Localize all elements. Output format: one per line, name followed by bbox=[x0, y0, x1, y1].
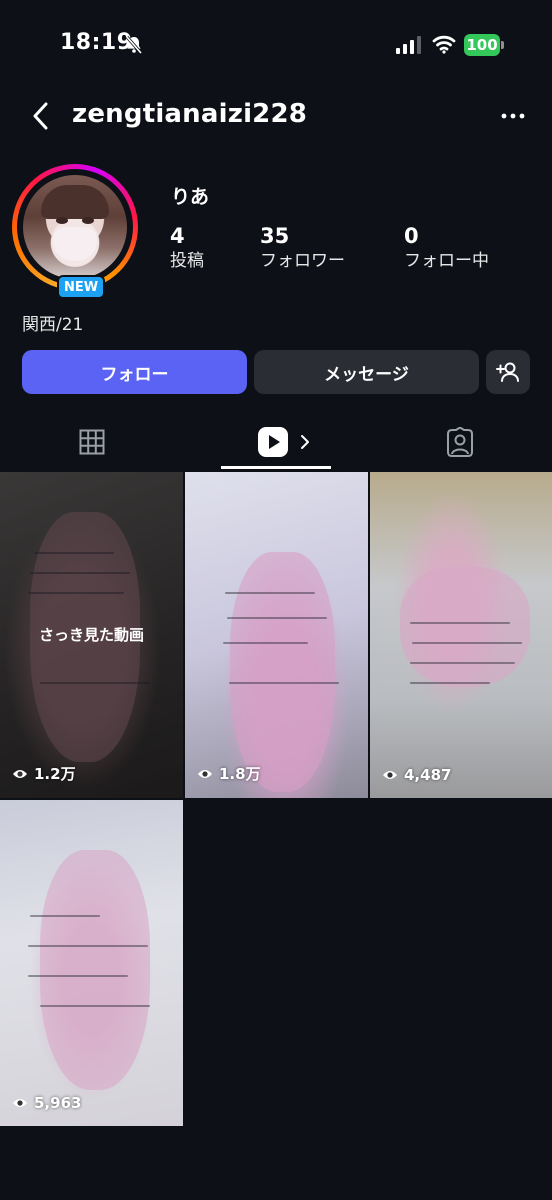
profile-bio: 関西/21 bbox=[22, 315, 84, 335]
stat-following[interactable]: 0 フォロー中 bbox=[404, 224, 489, 274]
profile-username: zengtianaizi228 bbox=[72, 99, 308, 129]
stat-followers[interactable]: 35 フォロワー bbox=[260, 224, 345, 274]
avatar-eye-right bbox=[82, 217, 94, 224]
wifi-icon bbox=[432, 35, 456, 54]
stat-posts: 4 投稿 bbox=[170, 224, 204, 274]
video-tile-3[interactable]: 4,487 bbox=[370, 472, 552, 798]
eye-icon bbox=[13, 1099, 27, 1107]
view-count-value: 5,963 bbox=[34, 1094, 82, 1112]
view-count: 4,487 bbox=[382, 766, 451, 784]
stat-followers-label: フォロワー bbox=[260, 251, 345, 271]
tile-3-text-line bbox=[410, 622, 510, 624]
display-name: りあ bbox=[171, 186, 210, 208]
view-count: 1.8万 bbox=[197, 763, 261, 784]
tile-3-text-line bbox=[412, 642, 522, 644]
bell-off-icon bbox=[125, 35, 143, 55]
recently-viewed-label: さっき見た動画 bbox=[38, 626, 144, 644]
tile-4-text-line bbox=[40, 1005, 150, 1007]
view-count-value: 1.2万 bbox=[34, 765, 76, 783]
eye-icon bbox=[198, 769, 212, 778]
view-count: 1.2万 bbox=[12, 763, 76, 784]
tile-3-artwork bbox=[400, 567, 530, 687]
stat-following-label: フォロー中 bbox=[404, 251, 489, 271]
tile-4-artwork bbox=[40, 850, 150, 1090]
tab-tagged[interactable] bbox=[428, 418, 492, 466]
cellular-signal-icon bbox=[396, 36, 421, 54]
battery-indicator: 100 bbox=[464, 34, 504, 56]
tile-2-artwork bbox=[230, 552, 335, 792]
avatar-eye-left bbox=[56, 217, 68, 224]
stat-followers-count: 35 bbox=[260, 224, 290, 248]
tile-2-text-line bbox=[225, 592, 315, 594]
tile-4-text-line bbox=[28, 945, 148, 947]
eye-icon bbox=[383, 771, 397, 779]
avatar-mask bbox=[53, 227, 97, 261]
chevron-right-icon bbox=[301, 435, 309, 449]
avatar-hair bbox=[41, 185, 109, 219]
tagged-person-icon bbox=[447, 427, 473, 457]
eye-icon bbox=[13, 769, 27, 778]
view-count: 5,963 bbox=[12, 1094, 81, 1112]
tile-3-text-line bbox=[410, 682, 490, 684]
tile-2-text-line bbox=[229, 682, 339, 684]
new-badge: NEW bbox=[57, 275, 105, 299]
profile-screen: 18:19 100 zengtianaizi228 NEW りあ 4 投稿 35… bbox=[0, 0, 552, 1200]
follow-button[interactable]: フォロー bbox=[22, 350, 247, 394]
more-horizontal-icon bbox=[501, 113, 525, 119]
reels-play-icon bbox=[258, 427, 288, 457]
video-tile-1[interactable]: さっき見た動画 1.2万 bbox=[0, 472, 183, 798]
more-options-button[interactable] bbox=[496, 104, 530, 128]
message-button[interactable]: メッセージ bbox=[254, 350, 479, 394]
chevron-left-icon bbox=[33, 102, 48, 130]
tile-2-text-line bbox=[227, 617, 327, 619]
stat-following-count: 0 bbox=[404, 224, 419, 248]
battery-level: 100 bbox=[464, 34, 500, 56]
tile-4-text-line bbox=[30, 915, 100, 917]
battery-tip bbox=[501, 41, 504, 49]
status-bar: 18:19 100 bbox=[0, 0, 552, 90]
grid-icon bbox=[79, 429, 105, 455]
video-tile-4[interactable]: 5,963 bbox=[0, 800, 183, 1126]
stat-posts-count: 4 bbox=[170, 224, 185, 248]
add-person-icon bbox=[496, 362, 519, 382]
suggest-accounts-button[interactable] bbox=[486, 350, 530, 394]
tab-posts-grid[interactable] bbox=[60, 418, 124, 466]
status-time: 18:19 bbox=[60, 30, 133, 55]
stat-posts-label: 投稿 bbox=[170, 251, 204, 271]
view-count-value: 4,487 bbox=[404, 766, 452, 784]
tile-3-text-line bbox=[410, 662, 515, 664]
back-button[interactable] bbox=[22, 96, 58, 136]
avatar-story-ring[interactable] bbox=[12, 164, 138, 290]
view-count-value: 1.8万 bbox=[219, 765, 261, 783]
tile-4-text-line bbox=[28, 975, 128, 977]
avatar bbox=[23, 175, 127, 279]
tile-2-text-line bbox=[223, 642, 308, 644]
tab-reels[interactable] bbox=[240, 418, 330, 466]
video-tile-2[interactable]: 1.8万 bbox=[185, 472, 368, 798]
active-tab-indicator bbox=[221, 466, 331, 469]
